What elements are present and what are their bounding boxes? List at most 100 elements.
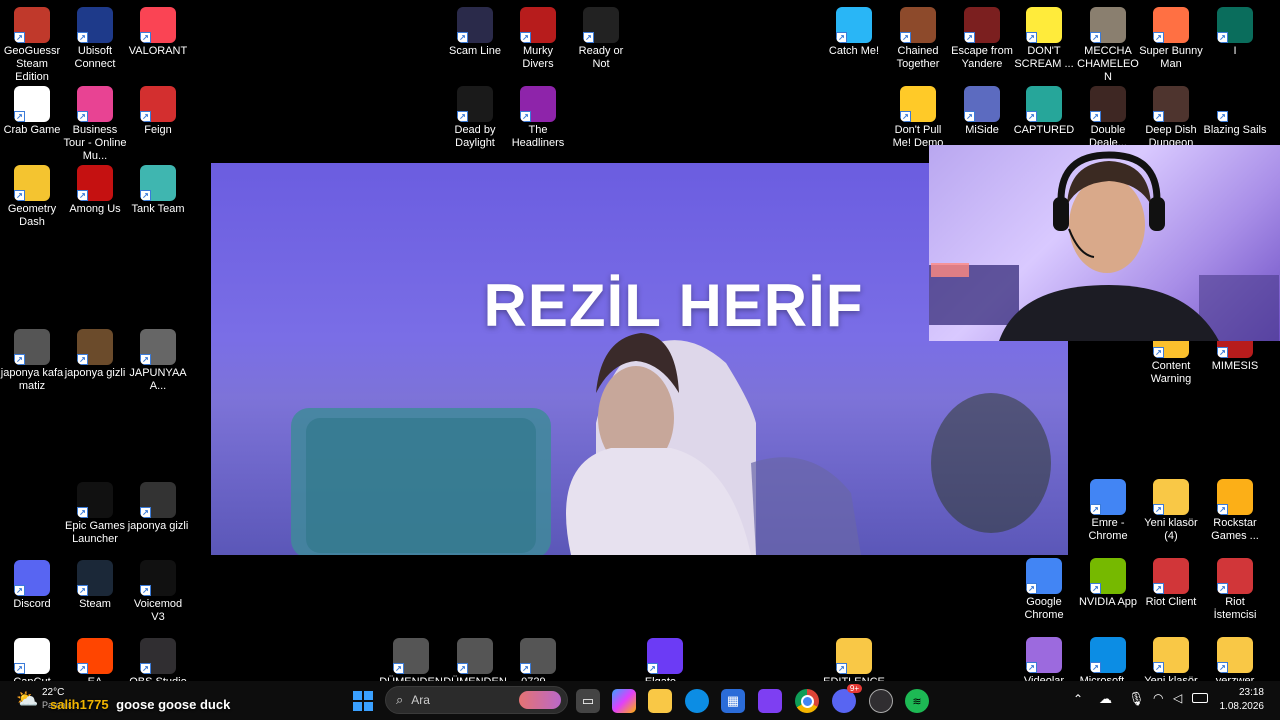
shortcut-arrow-icon: ↗ [77, 585, 88, 596]
shortcut-arrow-icon: ↗ [1090, 504, 1101, 515]
shortcut-arrow-icon: ↗ [1153, 583, 1164, 594]
desktop-icon-top[interactable]: ↗ Ready or Not [569, 3, 633, 71]
desktop-icon-right[interactable]: ↗Videolar [1012, 633, 1076, 688]
spotify-button[interactable]: ≋ [905, 689, 929, 713]
desktop-icon-left[interactable]: ↗ Among Us [63, 161, 127, 216]
desktop-icon-label: Chained Together [896, 45, 940, 70]
desktop-icon-right[interactable]: ↗ Deep Dish Dungeon [1139, 82, 1203, 150]
desktop-icon-label: MIMESIS [1211, 360, 1259, 372]
shortcut-arrow-icon: ↗ [14, 585, 25, 596]
shortcut-arrow-icon: ↗ [14, 32, 25, 43]
league-icon: ↗ [1217, 7, 1253, 43]
desktop-icon-right[interactable]: ↗ Don't Pull Me! Demo [886, 82, 950, 150]
desktop-icon-left[interactable]: ↗ japonya kafa matiz [0, 325, 64, 393]
desktop-icon-right[interactable]: ↗Yeni klasör [1139, 633, 1203, 688]
chrome-button[interactable] [795, 689, 819, 713]
desktop-icon-label: Tank Team [131, 203, 185, 215]
copilot-button[interactable] [612, 689, 636, 713]
desktop-icon-left[interactable]: ↗ GeoGuessr Steam Edition [0, 3, 64, 84]
desktop-icon-left[interactable]: ↗ Feign [126, 82, 190, 137]
desktop-icon-left[interactable]: ↗ Steam [63, 556, 127, 611]
video-file-icon: ↗ [457, 638, 493, 674]
desktop-icon-right[interactable]: ↗ Catch Me! [822, 3, 886, 58]
shortcut-arrow-icon: ↗ [14, 111, 25, 122]
desktop-icon-top[interactable]: ↗ Scam Line [443, 3, 507, 58]
business-tour-icon: ↗ [77, 86, 113, 122]
desktop-icon-right[interactable]: ↗ Rockstar Games ... [1203, 475, 1267, 543]
obs-button[interactable] [869, 689, 893, 713]
desktop-icon-left[interactable]: ↗ Geometry Dash [0, 161, 64, 229]
desktop-icon-left[interactable]: ↗ Crab Game [0, 82, 64, 137]
desktop-icon-right[interactable]: ↗ Riot İstemcisi [1203, 554, 1267, 622]
clock[interactable]: 23:18 1.08.2026 [1210, 686, 1265, 714]
clipchamp-button[interactable] [758, 689, 782, 713]
desktop-icon-left[interactable]: ↗ Ubisoft Connect [63, 3, 127, 71]
microphone-icon[interactable]: 🎙 [1128, 691, 1145, 707]
shortcut-arrow-icon: ↗ [520, 32, 531, 43]
wifi-icon[interactable]: ◠ [1153, 691, 1163, 705]
desktop-icon-right[interactable]: ↗ Super Bunny Man [1139, 3, 1203, 71]
task-view-button[interactable]: ▭ [576, 689, 600, 713]
battery-icon[interactable] [1192, 693, 1208, 703]
discord-button[interactable]: 9+ [832, 684, 862, 713]
desktop-icon-label: Feign [144, 124, 172, 136]
desktop-icon-right[interactable]: ↗ MECCHA CHAMELEON [1076, 3, 1140, 84]
desktop-icon-left[interactable]: ↗ VALORANT [126, 3, 190, 58]
desktop-icon-right[interactable]: ↗Microsoft ... [1076, 633, 1140, 688]
desktop-icon-label: DON'T SCREAM ... [1014, 45, 1074, 70]
desktop-icon-label: Riot Client [1145, 596, 1197, 608]
chat-overlay: salih1775 goose goose duck [50, 697, 230, 712]
desktop-icon-left[interactable]: ↗ Tank Team [126, 161, 190, 216]
desktop-icon-right[interactable]: ↗ Yeni klasör (4) [1139, 475, 1203, 543]
obs-icon: ↗ [140, 638, 176, 674]
video-file-icon: ↗ [77, 329, 113, 365]
desktop-icon-right[interactable]: ↗ Riot Client [1139, 554, 1203, 609]
desktop-icon-top[interactable]: ↗ Dead by Daylight [443, 82, 507, 150]
desktop-icon-right[interactable]: ↗ Emre - Chrome [1076, 475, 1140, 543]
desktop-icon-right[interactable]: ↗ Google Chrome [1012, 554, 1076, 622]
shortcut-arrow-icon: ↗ [140, 32, 151, 43]
store-icon: ▦ [726, 693, 740, 708]
edge-button[interactable] [685, 689, 709, 713]
desktop-icon-top[interactable]: ↗ Murky Divers [506, 3, 570, 71]
shortcut-arrow-icon: ↗ [964, 32, 975, 43]
desktop-icon-right[interactable]: ↗yerzwer [1203, 633, 1267, 688]
discord-icon: ↗ [14, 560, 50, 596]
shortcut-arrow-icon: ↗ [1153, 662, 1164, 673]
volume-icon[interactable]: ◁ [1173, 691, 1182, 705]
desktop-icon-left[interactable]: ↗ japonya gizli [63, 325, 127, 380]
search-box[interactable]: ⌕ Ara [385, 686, 568, 714]
desktop-icon-right[interactable]: ↗ Escape from Yandere [950, 3, 1014, 71]
webcam-scene [929, 151, 1279, 341]
desktop-icon-right[interactable]: ↗ DON'T SCREAM ... [1012, 3, 1076, 71]
start-button[interactable] [351, 689, 375, 713]
chevron-up-icon[interactable]: ⌃ [1073, 692, 1083, 706]
desktop-icon-right[interactable]: ↗ CAPTURED [1012, 82, 1076, 137]
feign-icon: ↗ [140, 86, 176, 122]
desktop-icon-top[interactable]: ↗ The Headliners [506, 82, 570, 150]
desktop-icon-right[interactable]: ↗ Chained Together [886, 3, 950, 71]
desktop-icon-left[interactable]: ↗ Discord [0, 556, 64, 611]
desktop-icon-left[interactable]: ↗ Business Tour - Online Mu... [63, 82, 127, 163]
desktop-icon-left[interactable]: ↗ japonya gizli [126, 478, 190, 533]
store-button[interactable]: ▦ [721, 689, 745, 713]
folder-icon: ↗ [1217, 637, 1253, 673]
deep-dish-icon: ↗ [1153, 86, 1189, 122]
onedrive-icon[interactable]: ☁ [1099, 691, 1112, 707]
desktop-icon-right[interactable]: ↗ Blazing Sails [1203, 82, 1267, 137]
desktop-icon-right[interactable]: ↗ MiSide [950, 82, 1014, 137]
desktop-icon-left[interactable]: ↗ Epic Games Launcher [63, 478, 127, 546]
shortcut-arrow-icon: ↗ [1217, 662, 1228, 673]
desktop-icon-left[interactable]: ↗ Voicemod V3 [126, 556, 190, 624]
desktop-icon-label: Super Bunny Man [1139, 45, 1203, 70]
desktop-icon-label: Ubisoft Connect [74, 45, 116, 70]
file-explorer-button[interactable] [648, 689, 672, 713]
shortcut-arrow-icon: ↗ [140, 507, 151, 518]
desktop-icon-right[interactable]: ↗ I [1203, 3, 1267, 58]
bunny-icon: ↗ [1153, 7, 1189, 43]
clock-time: 23:18 [1238, 687, 1264, 698]
shortcut-arrow-icon: ↗ [836, 663, 847, 674]
desktop-icon-right[interactable]: ↗ Double Deale... [1076, 82, 1140, 150]
desktop-icon-left[interactable]: ↗ JAPUNYAAA... [126, 325, 190, 393]
desktop-icon-right[interactable]: ↗ NVIDIA App [1076, 554, 1140, 609]
